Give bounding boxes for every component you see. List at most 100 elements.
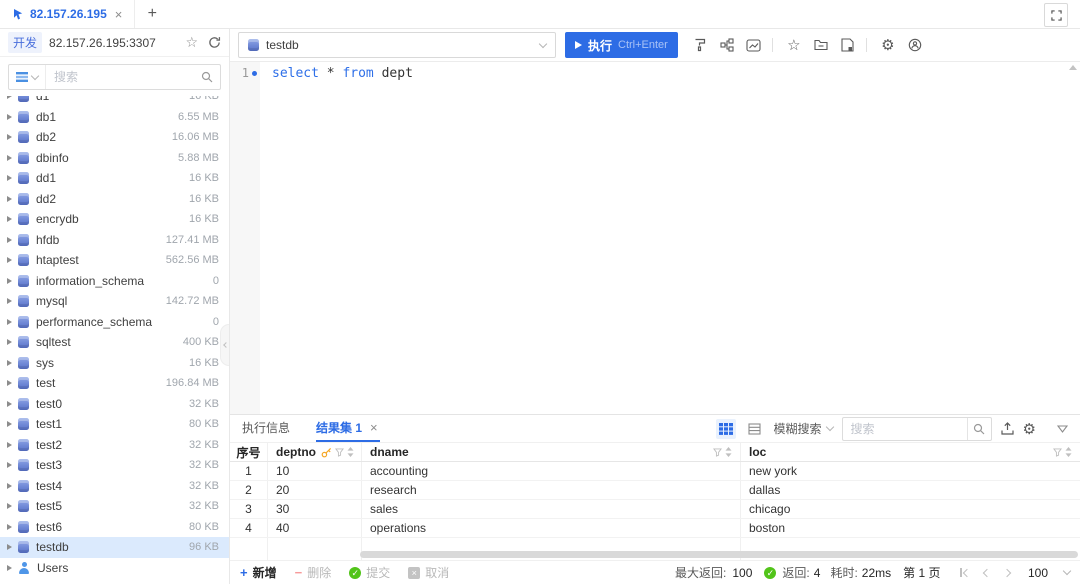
database-item[interactable]: db2 16.06 MB — [0, 127, 229, 148]
database-item[interactable]: test5 32 KB — [0, 496, 229, 517]
table-row[interactable]: 3 30 sales chicago — [230, 500, 1080, 519]
settings-gear-icon[interactable]: ⚙ — [876, 33, 900, 57]
sidebar-collapse-handle[interactable] — [220, 324, 229, 366]
next-page-button[interactable] — [1003, 568, 1011, 576]
expand-caret-icon[interactable] — [7, 319, 12, 325]
expand-caret-icon[interactable] — [7, 114, 12, 120]
database-item[interactable]: information_schema 0 — [0, 271, 229, 292]
export-icon[interactable] — [1001, 422, 1014, 435]
cell-dname[interactable]: research — [362, 481, 741, 499]
header-dname[interactable]: dname — [362, 443, 741, 461]
database-item[interactable]: test 196.84 MB — [0, 373, 229, 394]
add-row-button[interactable]: + 新增 — [240, 564, 277, 581]
sort-icon[interactable] — [725, 447, 732, 457]
cell-deptno[interactable]: 40 — [268, 519, 362, 537]
tab-close-icon[interactable]: × — [368, 420, 380, 435]
execute-button[interactable]: 执行 Ctrl+Enter — [565, 32, 678, 58]
expand-caret-icon[interactable] — [7, 134, 12, 140]
expand-caret-icon[interactable] — [7, 503, 12, 509]
grid-view-icon[interactable] — [716, 419, 736, 439]
database-item[interactable]: encrydb 16 KB — [0, 209, 229, 230]
expand-caret-icon[interactable] — [7, 196, 12, 202]
database-item[interactable]: test6 80 KB — [0, 517, 229, 538]
database-item-partial[interactable]: d1 16 KB — [0, 96, 229, 107]
database-item[interactable]: test0 32 KB — [0, 394, 229, 415]
header-loc[interactable]: loc — [741, 443, 1080, 461]
cell-dname[interactable]: sales — [362, 500, 741, 518]
cell-deptno[interactable]: 20 — [268, 481, 362, 499]
database-selector[interactable]: testdb — [238, 32, 556, 58]
sql-code[interactable]: select * from dept — [260, 62, 413, 414]
cell-dname[interactable]: operations — [362, 519, 741, 537]
database-item[interactable]: test3 32 KB — [0, 455, 229, 476]
database-item[interactable]: dd2 16 KB — [0, 189, 229, 210]
connection-tab[interactable]: 82.157.26.195 × — [0, 0, 135, 28]
search-icon[interactable] — [967, 418, 991, 440]
first-page-button[interactable] — [960, 568, 970, 577]
expand-caret-icon[interactable] — [7, 401, 12, 407]
save-file-icon[interactable] — [836, 33, 860, 57]
tab-result-set[interactable]: 结果集 1 × — [316, 415, 380, 442]
database-item[interactable]: dbinfo 5.88 MB — [0, 148, 229, 169]
database-item[interactable]: testdb 96 KB — [0, 537, 229, 558]
new-tab-button[interactable]: + — [135, 0, 169, 28]
expand-caret-icon[interactable] — [7, 380, 12, 386]
database-item[interactable]: sys 16 KB — [0, 353, 229, 374]
database-item[interactable]: performance_schema 0 — [0, 312, 229, 333]
object-filter-dropdown[interactable] — [9, 65, 46, 89]
expand-caret-icon[interactable] — [7, 483, 12, 489]
expand-caret-icon[interactable] — [7, 278, 12, 284]
header-index[interactable]: 序号 — [230, 443, 268, 461]
results-settings-gear-icon[interactable]: ⚙ — [1023, 420, 1036, 438]
expand-caret-icon[interactable] — [7, 565, 12, 571]
database-item[interactable]: test4 32 KB — [0, 476, 229, 497]
table-row[interactable]: 2 20 research dallas — [230, 481, 1080, 500]
chevron-down-icon[interactable] — [1063, 567, 1071, 575]
cell-loc[interactable]: boston — [741, 519, 1080, 537]
cancel-button[interactable]: × 取消 — [408, 564, 449, 581]
tab-execution-info[interactable]: 执行信息 — [242, 415, 290, 442]
database-item[interactable]: test1 80 KB — [0, 414, 229, 435]
expand-caret-icon[interactable] — [7, 339, 12, 345]
favorite-star-icon[interactable]: ☆ — [185, 34, 198, 51]
prev-page-button[interactable] — [983, 568, 991, 576]
expand-caret-icon[interactable] — [7, 216, 12, 222]
expand-caret-icon[interactable] — [7, 237, 12, 243]
expand-caret-icon[interactable] — [7, 421, 12, 427]
cell-deptno[interactable]: 10 — [268, 462, 362, 480]
database-item[interactable]: sqltest 400 KB — [0, 332, 229, 353]
form-view-icon[interactable] — [745, 419, 765, 439]
sidebar-search-input[interactable] — [46, 70, 201, 84]
sort-icon[interactable] — [1065, 447, 1072, 457]
table-row[interactable]: 4 40 operations boston — [230, 519, 1080, 538]
filter-funnel-icon[interactable] — [1053, 448, 1062, 457]
favorite-star-icon[interactable]: ☆ — [782, 33, 806, 57]
refresh-icon[interactable] — [208, 36, 221, 49]
database-item[interactable]: htaptest 562.56 MB — [0, 250, 229, 271]
users-item[interactable]: Users — [0, 558, 229, 579]
search-icon[interactable] — [201, 71, 220, 83]
open-file-icon[interactable] — [809, 33, 833, 57]
expand-caret-icon[interactable] — [7, 442, 12, 448]
collapse-panel-icon[interactable] — [1057, 425, 1068, 433]
expand-caret-icon[interactable] — [7, 257, 12, 263]
expand-caret-icon[interactable] — [7, 175, 12, 181]
results-search-input[interactable] — [843, 422, 967, 436]
expand-caret-icon[interactable] — [7, 524, 12, 530]
cell-dname[interactable]: accounting — [362, 462, 741, 480]
sort-icon[interactable] — [347, 447, 354, 457]
expand-caret-icon[interactable] — [7, 544, 12, 550]
expand-caret-icon[interactable] — [7, 462, 12, 468]
database-item[interactable]: db1 6.55 MB — [0, 107, 229, 128]
database-item[interactable]: hfdb 127.41 MB — [0, 230, 229, 251]
header-deptno[interactable]: deptno — [268, 443, 362, 461]
filter-funnel-icon[interactable] — [335, 448, 344, 457]
cell-loc[interactable]: chicago — [741, 500, 1080, 518]
account-circle-icon[interactable] — [903, 33, 927, 57]
expand-caret-icon[interactable] — [7, 360, 12, 366]
cell-loc[interactable]: new york — [741, 462, 1080, 480]
chart-icon[interactable] — [742, 33, 766, 57]
cell-loc[interactable]: dallas — [741, 481, 1080, 499]
database-item[interactable]: dd1 16 KB — [0, 168, 229, 189]
horizontal-scrollbar[interactable] — [360, 551, 1078, 558]
